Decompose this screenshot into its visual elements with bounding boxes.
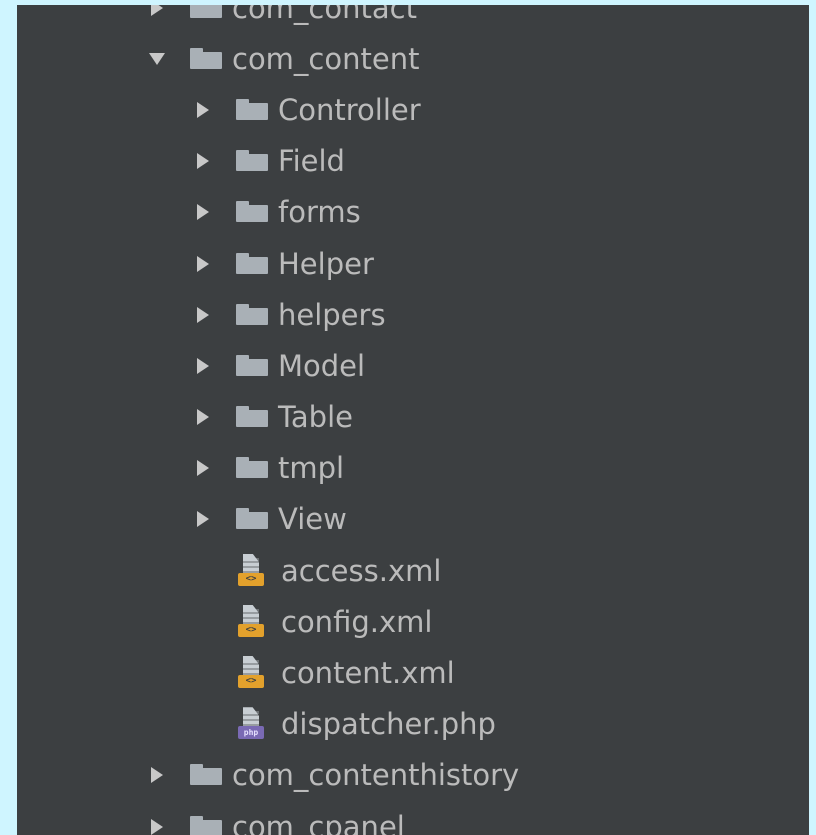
tree-item-field[interactable]: Field [17, 136, 809, 187]
tree-item-com-cpanel[interactable]: com_cpanel [17, 801, 809, 835]
tree-item-helper[interactable]: Helper [17, 238, 809, 289]
expand-arrow-icon[interactable] [194, 509, 212, 529]
expand-arrow-icon[interactable] [194, 458, 212, 478]
tree-item-helpers[interactable]: helpers [17, 289, 809, 340]
file-type-badge: <> [238, 572, 264, 586]
tree-item-label: com_contenthistory [232, 758, 520, 793]
project-tree-panel: com_contact com_content Controller Field… [17, 5, 809, 835]
folder-icon [236, 150, 268, 172]
expand-arrow-icon[interactable] [148, 765, 166, 785]
tree-item-config-xml[interactable]: <> config.xml [17, 596, 809, 647]
tree-item-label: access.xml [281, 553, 442, 588]
expand-arrow-icon[interactable] [148, 817, 166, 835]
folder-icon [236, 457, 268, 479]
tree-item-com-content[interactable]: com_content [17, 33, 809, 84]
xml-file-icon: <> [237, 553, 271, 588]
expand-arrow-icon[interactable] [194, 305, 212, 325]
folder-icon [236, 201, 268, 223]
tree-item-label: com_content [232, 41, 420, 76]
tree-item-label: com_cpanel [232, 809, 405, 835]
tree-item-label: com_contact [232, 5, 417, 25]
folder-icon [236, 406, 268, 428]
expand-arrow-icon[interactable] [194, 151, 212, 171]
tree-item-label: Model [278, 348, 366, 383]
tree-item-label: helpers [278, 297, 386, 332]
folder-icon [190, 47, 222, 70]
tree-item-label: Field [278, 144, 345, 179]
tree-item-com-contenthistory[interactable]: com_contenthistory [17, 750, 809, 801]
file-tree: com_contact com_content Controller Field… [17, 5, 809, 835]
file-type-badge: <> [238, 675, 264, 689]
xml-file-icon: <> [237, 656, 271, 690]
tree-item-com-contact[interactable]: com_contact [17, 5, 809, 33]
php-file-icon: php [237, 707, 271, 741]
tree-item-label: Helper [278, 246, 374, 281]
folder-icon [190, 815, 222, 835]
expand-arrow-icon[interactable] [194, 356, 212, 376]
folder-icon [236, 303, 268, 326]
expand-arrow-icon[interactable] [194, 100, 212, 120]
expand-arrow-icon[interactable] [194, 407, 212, 427]
tree-item-table[interactable]: Table [17, 392, 809, 443]
folder-icon [236, 98, 268, 121]
folder-icon [236, 508, 268, 530]
file-type-badge: php [238, 726, 264, 740]
tree-item-model[interactable]: Model [17, 340, 809, 391]
folder-icon [190, 764, 222, 786]
xml-file-icon: <> [237, 604, 271, 639]
tree-item-label: dispatcher.php [281, 707, 496, 742]
collapse-arrow-icon[interactable] [148, 49, 166, 69]
file-type-badge: <> [238, 623, 264, 637]
tree-item-content-xml[interactable]: <> content.xml [17, 647, 809, 698]
tree-item-label: Table [278, 400, 353, 435]
tree-item-dispatcher-php[interactable]: php dispatcher.php [17, 699, 809, 750]
tree-item-forms[interactable]: forms [17, 187, 809, 238]
expand-arrow-icon[interactable] [194, 202, 212, 222]
tree-item-label: config.xml [281, 604, 433, 639]
tree-item-controller[interactable]: Controller [17, 84, 809, 135]
folder-icon [236, 354, 268, 377]
tree-item-label: content.xml [281, 656, 455, 691]
folder-icon [190, 5, 222, 19]
expand-arrow-icon[interactable] [194, 254, 212, 274]
expand-arrow-icon[interactable] [148, 5, 166, 18]
tree-item-label: Controller [278, 92, 421, 127]
tree-item-label: forms [278, 195, 361, 230]
tree-item-label: tmpl [278, 451, 345, 486]
tree-item-access-xml[interactable]: <> access.xml [17, 545, 809, 596]
tree-item-label: View [278, 502, 347, 537]
folder-icon [236, 252, 268, 275]
tree-item-view[interactable]: View [17, 494, 809, 545]
tree-item-tmpl[interactable]: tmpl [17, 443, 809, 494]
